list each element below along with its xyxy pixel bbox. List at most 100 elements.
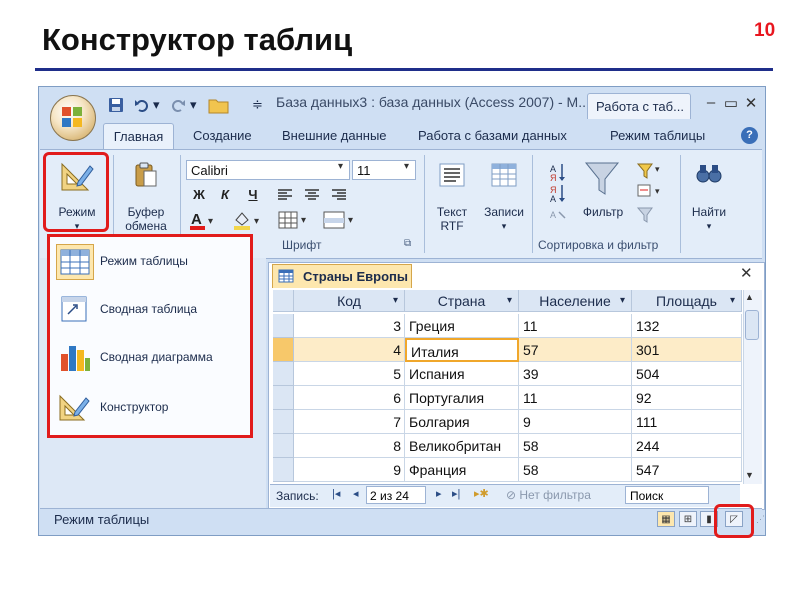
table-cell-code[interactable]: 9 [294,458,405,482]
redo-dropdown-icon[interactable]: ▾ [190,95,197,115]
search-input[interactable]: Поиск [625,486,709,504]
records-button[interactable]: Записи [480,205,528,219]
design-view-status-icon[interactable]: ◸ [725,511,743,527]
row-selector[interactable] [273,362,294,386]
resize-grip-icon[interactable]: ⋰ [756,514,765,525]
table-cell-code[interactable]: 8 [294,434,405,458]
column-header-area[interactable]: Площадь ▾ [632,290,742,312]
row-selector[interactable] [273,314,294,338]
bold-button[interactable]: Ж [190,186,208,204]
clipboard-label-1[interactable]: Буфер [118,205,174,219]
table-cell-population[interactable]: 57 [519,338,632,362]
office-button[interactable] [50,95,96,141]
scroll-up-icon[interactable]: ▲ [745,292,754,302]
scroll-down-icon[interactable]: ▼ [745,470,754,480]
row-selector[interactable] [273,386,294,410]
find-dropdown-icon[interactable]: ▾ [686,219,732,233]
tab-database-tools[interactable]: Работа с базами данных [418,128,567,143]
table-cell-population[interactable]: 9 [519,410,632,434]
font-dialog-launcher-icon[interactable]: ⧉ [404,238,411,249]
record-position-input[interactable]: 2 из 24 [366,486,426,504]
binoculars-icon[interactable] [696,162,722,184]
select-all-cell[interactable] [273,290,294,312]
table-cell-country[interactable]: Греция [405,314,519,338]
minimize-button[interactable]: – [702,94,720,111]
table-cell-code[interactable]: 7 [294,410,405,434]
tab-create[interactable]: Создание [193,128,252,143]
table-cell-country[interactable]: Болгария [405,410,519,434]
italic-button[interactable]: К [216,186,234,204]
records-icon[interactable] [490,162,518,188]
fill-color-icon[interactable]: ▾ [232,210,264,232]
table-cell-population[interactable]: 11 [519,314,632,338]
no-filter-button[interactable]: ⊘ Нет фильтра [506,488,591,502]
find-button[interactable]: Найти [686,205,732,219]
filter-icon[interactable] [584,160,620,198]
table-cell-population[interactable]: 11 [519,386,632,410]
menu-item-design-view[interactable]: Конструктор [52,388,248,428]
rich-text-icon[interactable] [438,162,466,188]
table-cell-country[interactable]: Португалия [405,386,519,410]
new-record-icon[interactable]: ▸✱ [474,487,489,500]
table-cell-area[interactable]: 132 [632,314,742,338]
context-tab-table-tools[interactable]: Работа с таб... [587,93,691,119]
table-cell-country[interactable]: Франция [405,458,519,482]
close-button[interactable]: ✕ [742,94,760,112]
column-sort-icon[interactable]: ▾ [393,290,398,312]
scrollbar-thumb[interactable] [745,310,759,340]
open-folder-icon[interactable] [208,96,230,114]
table-cell-population[interactable]: 39 [519,362,632,386]
text-rtf-label-2[interactable]: RTF [430,219,474,233]
view-dropdown-icon[interactable]: ▾ [52,219,102,233]
align-center-icon[interactable] [304,188,320,202]
column-header-country[interactable]: Страна ▾ [405,290,519,312]
filter-options-icons[interactable]: ▾ ▾ [636,160,666,224]
table-cell-country[interactable]: Испания [405,362,519,386]
row-selector[interactable] [273,338,294,362]
table-cell-area[interactable]: 244 [632,434,742,458]
menu-item-datasheet-view[interactable]: Режим таблицы [52,242,248,282]
tab-external-data[interactable]: Внешние данные [282,128,387,143]
save-icon[interactable] [108,97,124,113]
column-sort-icon[interactable]: ▾ [507,290,512,312]
underline-button[interactable]: Ч [244,186,262,204]
font-size-dropdown-icon[interactable]: ▾ [404,161,409,172]
sort-icons[interactable]: А Я Я А А [548,160,568,222]
font-name-dropdown-icon[interactable]: ▾ [338,161,343,172]
records-dropdown-icon[interactable]: ▾ [480,219,528,233]
tab-datasheet[interactable]: Режим таблицы [610,128,705,143]
table-cell-area[interactable]: 111 [632,410,742,434]
filter-button[interactable]: Фильтр [578,205,628,219]
table-cell-area[interactable]: 301 [632,338,742,362]
clipboard-label-2[interactable]: обмена [114,219,178,233]
table-cell-population[interactable]: 58 [519,434,632,458]
close-document-icon[interactable]: ✕ [740,264,753,282]
customize-qat-icon[interactable]: ≑ [252,95,263,115]
table-cell-code[interactable]: 5 [294,362,405,386]
table-cell-code[interactable]: 6 [294,386,405,410]
table-cell-population[interactable]: 58 [519,458,632,482]
column-header-code[interactable]: Код ▾ [294,290,405,312]
text-rtf-label-1[interactable]: Текст [430,205,474,219]
row-selector[interactable] [273,434,294,458]
table-cell-country[interactable]: Великобритан [405,434,519,458]
menu-item-pivot-chart[interactable]: Сводная диаграмма [52,338,248,378]
first-record-icon[interactable]: |◂ [332,487,340,500]
help-icon[interactable]: ? [741,127,758,144]
datasheet-view-icon[interactable]: ▦ [657,511,675,527]
gridlines-icon[interactable]: ▾ [277,210,311,230]
redo-icon[interactable] [170,97,186,113]
undo-dropdown-icon[interactable]: ▾ [153,95,160,115]
undo-icon[interactable] [134,97,150,113]
alternate-fill-icon[interactable]: ▾ [322,210,358,230]
column-sort-icon[interactable]: ▾ [620,290,625,312]
table-cell-area[interactable]: 504 [632,362,742,386]
row-selector[interactable] [273,458,294,482]
table-cell-code[interactable]: 4 [294,338,405,362]
row-selector[interactable] [273,410,294,434]
font-name-combo[interactable]: Calibri [186,160,350,180]
table-cell-area[interactable]: 547 [632,458,742,482]
last-record-icon[interactable]: ▸| [452,487,460,500]
tab-home[interactable]: Главная [103,123,174,150]
table-cell-country[interactable]: Италия [405,338,519,362]
